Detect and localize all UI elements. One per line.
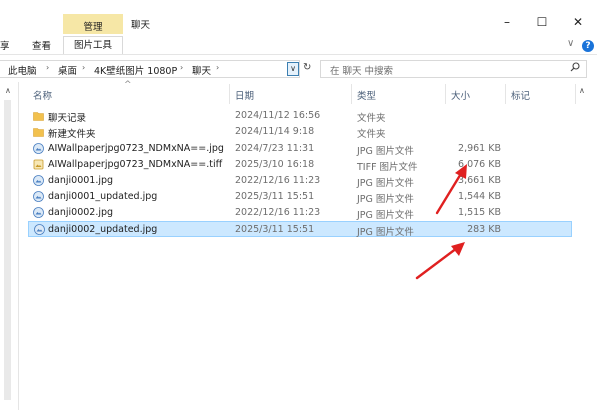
- tab-picture-tools[interactable]: 图片工具: [63, 36, 123, 54]
- list-item[interactable]: danji0001.jpg 2022/12/16 11:23 JPG 图片文件 …: [28, 173, 572, 189]
- tab-share[interactable]: 享: [0, 38, 10, 52]
- file-name: danji0001.jpg: [48, 175, 114, 186]
- column-divider[interactable]: [229, 84, 230, 104]
- file-type: 文件夹: [357, 113, 386, 124]
- file-date: 2024/11/12 16:56: [235, 110, 321, 121]
- file-size: 1,544 KB: [458, 191, 501, 202]
- list-item[interactable]: danji0002.jpg 2022/12/16 11:23 JPG 图片文件 …: [28, 205, 572, 221]
- file-date: 2025/3/10 16:18: [235, 159, 315, 170]
- list-item-selected[interactable]: danji0002_updated.jpg 2025/3/11 15:51 JP…: [28, 221, 572, 238]
- jpg-image-icon: [33, 207, 44, 218]
- help-icon[interactable]: ?: [582, 40, 594, 52]
- window-title: 聊天: [131, 20, 151, 31]
- file-type: JPG 图片文件: [357, 146, 414, 157]
- ribbon-divider: [0, 54, 597, 55]
- file-type: JPG 图片文件: [357, 194, 414, 205]
- refresh-icon[interactable]: ↻: [303, 62, 311, 73]
- folder-icon: [33, 128, 44, 137]
- file-size: 3,661 KB: [458, 175, 501, 186]
- tab-view[interactable]: 查看: [32, 38, 51, 52]
- list-item[interactable]: danji0001_updated.jpg 2025/3/11 15:51 JP…: [28, 189, 572, 205]
- annotation-arrow: [415, 242, 465, 280]
- search-placeholder: 在 聊天 中搜索: [330, 66, 394, 77]
- file-name: danji0002_updated.jpg: [48, 224, 158, 235]
- column-divider[interactable]: [445, 84, 446, 104]
- jpg-image-icon: [33, 175, 44, 186]
- chevron-right-icon[interactable]: ›: [216, 63, 219, 72]
- breadcrumb-chat[interactable]: 聊天: [192, 63, 211, 77]
- file-date: 2024/11/14 9:18: [235, 126, 315, 137]
- column-header-tags[interactable]: 标记: [511, 88, 530, 102]
- file-name: danji0001_updated.jpg: [48, 191, 158, 202]
- file-date: 2022/12/16 11:23: [235, 175, 321, 186]
- file-type: TIFF 图片文件: [357, 162, 418, 173]
- navigation-scrollbar[interactable]: [4, 100, 11, 400]
- breadcrumb-wallpaper-folder[interactable]: 4K壁纸图片 1080P: [94, 63, 177, 77]
- file-size: 2,961 KB: [458, 143, 501, 154]
- column-header-type[interactable]: 类型: [357, 88, 376, 102]
- breadcrumb-this-pc[interactable]: 此电脑: [8, 63, 37, 77]
- file-type: JPG 图片文件: [357, 210, 414, 221]
- minimize-icon[interactable]: –: [496, 12, 518, 32]
- column-divider[interactable]: [351, 84, 352, 104]
- list-item[interactable]: 聊天记录 2024/11/12 16:56 文件夹: [28, 108, 572, 124]
- jpg-image-icon: [34, 224, 45, 235]
- jpg-image-icon: [33, 143, 44, 154]
- file-date: 2025/3/11 15:51: [235, 191, 315, 202]
- chevron-right-icon[interactable]: ›: [82, 63, 85, 72]
- close-icon[interactable]: ✕: [567, 12, 589, 32]
- file-size: 283 KB: [467, 224, 501, 235]
- file-name: 新建文件夹: [48, 129, 96, 140]
- address-dropdown-button[interactable]: ∨: [287, 62, 299, 76]
- file-type: JPG 图片文件: [357, 178, 414, 189]
- context-tab-manage[interactable]: 管理: [63, 19, 123, 33]
- scroll-up-icon[interactable]: ∧: [5, 86, 11, 95]
- column-header-size[interactable]: 大小: [451, 88, 470, 102]
- chevron-down-icon[interactable]: ∨: [567, 38, 574, 49]
- file-date: 2025/3/11 15:51: [235, 224, 315, 235]
- scroll-up-icon[interactable]: ∧: [579, 86, 585, 95]
- file-size: 6,076 KB: [458, 159, 501, 170]
- file-size: 1,515 KB: [458, 207, 501, 218]
- search-icon[interactable]: [570, 62, 580, 72]
- file-date: 2022/12/16 11:23: [235, 207, 321, 218]
- jpg-image-icon: [33, 191, 44, 202]
- column-header-name[interactable]: 名称: [33, 88, 52, 102]
- file-name: AIWallpaperjpg0723_NDMxNA==.jpg: [48, 143, 224, 154]
- file-name: danji0002.jpg: [48, 207, 114, 218]
- column-divider[interactable]: [505, 84, 506, 104]
- file-type: JPG 图片文件: [357, 227, 414, 238]
- file-type: 文件夹: [357, 129, 386, 140]
- folder-icon: [33, 112, 44, 121]
- list-item[interactable]: AIWallpaperjpg0723_NDMxNA==.tiff 2025/3/…: [28, 157, 572, 173]
- file-name: 聊天记录: [48, 113, 87, 124]
- column-divider[interactable]: [575, 84, 576, 104]
- file-name: AIWallpaperjpg0723_NDMxNA==.tiff: [48, 159, 223, 170]
- sort-ascending-icon: ^: [124, 80, 132, 90]
- chevron-right-icon[interactable]: ›: [180, 63, 183, 72]
- list-item[interactable]: 新建文件夹 2024/11/14 9:18 文件夹: [28, 124, 572, 140]
- column-header-date[interactable]: 日期: [235, 88, 254, 102]
- breadcrumb-desktop[interactable]: 桌面: [58, 63, 77, 77]
- chevron-right-icon[interactable]: ›: [46, 63, 49, 72]
- file-date: 2024/7/23 11:31: [235, 143, 315, 154]
- maximize-icon[interactable]: ☐: [531, 12, 553, 32]
- tiff-image-icon: [33, 159, 44, 170]
- list-item[interactable]: AIWallpaperjpg0723_NDMxNA==.jpg 2024/7/2…: [28, 141, 572, 157]
